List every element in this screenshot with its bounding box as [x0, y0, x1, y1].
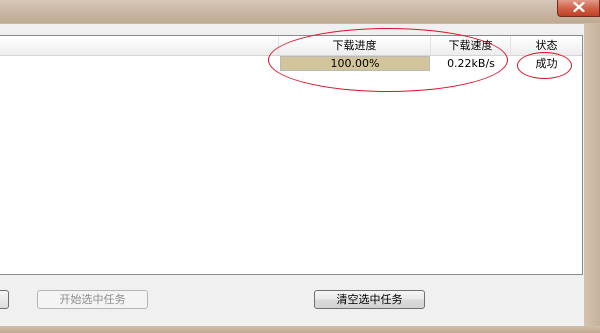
window-right-border	[584, 23, 600, 333]
download-progress-bar: 100.00%	[280, 56, 430, 71]
progress-percent-text: 100.00%	[330, 57, 380, 70]
window-title-bar	[0, 0, 600, 23]
close-icon	[573, 2, 585, 12]
column-header-blank[interactable]	[0, 36, 279, 55]
clear-selected-tasks-button[interactable]: 清空选中任务	[314, 290, 425, 309]
column-header-progress[interactable]: 下载进度	[279, 36, 431, 55]
partial-left-button[interactable]	[0, 290, 9, 309]
column-header-speed[interactable]: 下载速度	[431, 36, 511, 55]
download-task-list[interactable]: 下载进度 下载速度 状态 100.00% 0.22kB/s 成功	[0, 35, 583, 275]
window-close-button[interactable]	[557, 0, 600, 17]
start-selected-tasks-button[interactable]: 开始选中任务	[37, 290, 148, 309]
download-speed-cell: 0.22kB/s	[447, 57, 495, 70]
status-cell: 成功	[535, 57, 558, 70]
column-header-status[interactable]: 状态	[511, 36, 582, 55]
list-header: 下载进度 下载速度 状态	[0, 36, 582, 56]
table-row[interactable]: 100.00% 0.22kB/s 成功	[0, 55, 582, 73]
window-bottom-border	[0, 326, 600, 333]
